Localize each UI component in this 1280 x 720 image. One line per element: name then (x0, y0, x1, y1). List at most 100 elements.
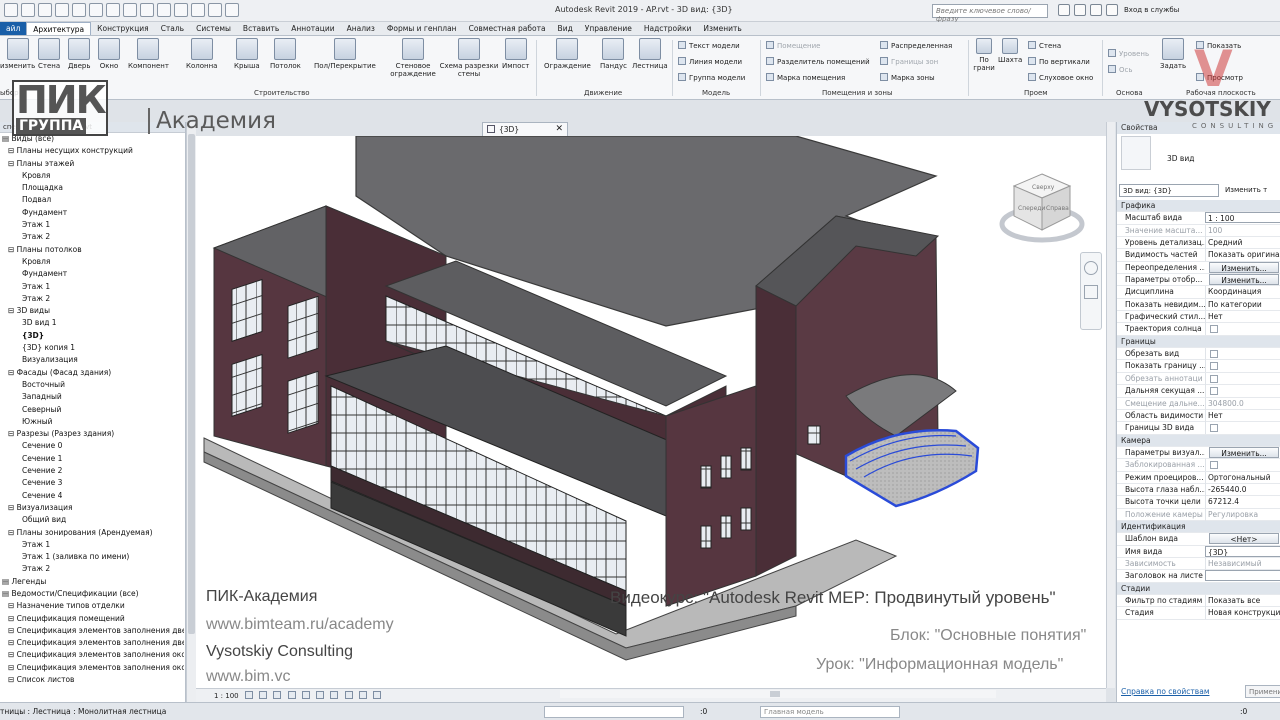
render-icon[interactable] (301, 691, 310, 699)
tree-node[interactable]: Сечение 1 (0, 454, 184, 466)
tree-node[interactable]: ⊟ Планы потолков (0, 245, 184, 257)
checkbox[interactable] (1210, 374, 1218, 383)
tree-node[interactable]: Сечение 2 (0, 466, 184, 478)
mullion-button[interactable]: Импост (502, 38, 529, 70)
property-value[interactable]: 1 : 100 (1205, 212, 1280, 224)
property-checkbox[interactable] (1205, 459, 1280, 472)
tree-node[interactable]: Фундамент (0, 269, 184, 281)
property-value[interactable]: Нет (1205, 409, 1280, 422)
tree-node[interactable]: ⊟ Спецификация помещений (0, 614, 184, 626)
tree-node[interactable]: ⊟ Визуализация (0, 503, 184, 515)
3d-viewport[interactable]: ПИК-Академия www.bimteam.ru/academy Vyso… (196, 136, 1106, 688)
stair-button[interactable]: Лестница (632, 38, 668, 70)
property-value[interactable] (1205, 570, 1280, 582)
property-value[interactable]: {3D} (1205, 545, 1280, 557)
star-icon[interactable] (1090, 4, 1102, 16)
tree-node[interactable]: Сечение 4 (0, 491, 184, 503)
property-group[interactable]: Границы (1117, 335, 1280, 349)
browser-scrollbar[interactable] (186, 122, 196, 702)
property-edit-button[interactable]: Изменить... (1209, 274, 1279, 286)
property-checkbox[interactable] (1205, 348, 1280, 361)
design-option-field[interactable] (544, 706, 684, 718)
model-line-button[interactable]: Линия модели (678, 57, 742, 66)
model-text-button[interactable]: Текст модели (678, 41, 740, 50)
property-value[interactable]: Новая конструкция (1205, 607, 1280, 620)
room-tag-button[interactable]: Марка помещения (766, 73, 845, 82)
property-value[interactable]: Независимый (1205, 557, 1280, 570)
property-value[interactable]: Регулировка (1205, 508, 1280, 521)
area-boundary-button[interactable]: Границы зон (880, 57, 938, 66)
tree-node[interactable]: ⊟ Разрезы (Разрез здания) (0, 429, 184, 441)
dormer-button[interactable]: Слуховое окно (1028, 73, 1093, 82)
property-value[interactable]: Показать оригинал (1205, 249, 1280, 262)
visual-style-icon[interactable] (259, 691, 268, 699)
room-button[interactable]: Помещение (766, 41, 820, 50)
area-button[interactable]: Распределенная (880, 41, 952, 50)
tree-node[interactable]: Этаж 1 (0, 282, 184, 294)
binoculars-icon[interactable] (1058, 4, 1070, 16)
properties-help-link[interactable]: Справка по свойствам (1121, 687, 1209, 696)
tree-node[interactable]: ⊟ Спецификация элементов заполнения окон (0, 650, 184, 662)
tab-steel[interactable]: Сталь (155, 22, 190, 35)
tree-node[interactable]: ⊟ Планы этажей (0, 159, 184, 171)
tree-node[interactable]: ⊟ Назначение типов отделки (0, 601, 184, 613)
reveal-hidden-icon[interactable] (372, 691, 381, 699)
close-icon[interactable]: ✕ (555, 124, 563, 134)
property-value[interactable]: Нет (1205, 311, 1280, 324)
property-value[interactable]: -265440.0 (1205, 483, 1280, 496)
tree-node[interactable]: {3D} копия 1 (0, 343, 184, 355)
tree-node[interactable]: ⊟ Спецификация элементов заполнения окон (0, 663, 184, 675)
tree-node[interactable]: ⊟ Спецификация элементов заполнения двер… (0, 626, 184, 638)
tab-view[interactable]: Вид (552, 22, 579, 35)
text-icon[interactable] (157, 3, 171, 17)
undo-icon[interactable] (55, 3, 69, 17)
tree-node[interactable]: Этаж 2 (0, 232, 184, 244)
property-value[interactable]: По категории (1205, 298, 1280, 311)
property-group[interactable]: Стадии (1117, 582, 1280, 595)
curtain-system-button[interactable]: Стеновое ограждение (390, 38, 436, 78)
tree-node[interactable]: Кровля (0, 171, 184, 183)
viewport-scrollbar[interactable] (1106, 122, 1115, 688)
property-checkbox[interactable] (1205, 360, 1280, 373)
property-checkbox[interactable] (1205, 323, 1280, 336)
tree-node[interactable]: 3D вид 1 (0, 318, 184, 330)
selection-filter[interactable]: :0 (1240, 707, 1247, 716)
zoom-icon[interactable] (1084, 285, 1098, 299)
hide-isolate-icon[interactable] (358, 691, 367, 699)
tree-node[interactable]: Этаж 1 (заливка по имени) (0, 552, 184, 564)
apply-button[interactable]: Примени (1245, 685, 1280, 698)
lock-view-icon[interactable] (344, 691, 353, 699)
navigation-bar[interactable] (1080, 252, 1102, 330)
tab-insert[interactable]: Вставить (237, 22, 285, 35)
tree-node[interactable]: Восточный (0, 380, 184, 392)
shadows-icon[interactable] (287, 691, 296, 699)
edit-type-button[interactable]: Изменить т (1225, 186, 1267, 194)
by-face-button[interactable]: По грани (972, 38, 996, 72)
tag-icon[interactable] (140, 3, 154, 17)
section-icon[interactable] (191, 3, 205, 17)
railing-button[interactable]: Ограждение (544, 38, 591, 70)
property-value[interactable]: 304800.0 (1205, 397, 1280, 410)
tab-structure[interactable]: Конструкция (91, 22, 155, 35)
tree-node[interactable]: Южный (0, 417, 184, 429)
tree-node[interactable]: Западный (0, 392, 184, 404)
property-checkbox[interactable] (1205, 422, 1280, 435)
sun-path-icon[interactable] (273, 691, 282, 699)
tree-node[interactable]: Сечение 0 (0, 441, 184, 453)
tab-annotate[interactable]: Аннотации (285, 22, 340, 35)
vertical-opening-button[interactable]: По вертикали (1028, 57, 1090, 66)
tree-node[interactable]: Этаж 2 (0, 564, 184, 576)
floor-button[interactable]: Пол/Перекрытие (314, 38, 376, 70)
steering-wheel-icon[interactable] (1084, 261, 1098, 275)
tab-3d-view[interactable]: {3D} ✕ (482, 122, 568, 136)
viewport-hscrollbar[interactable] (560, 690, 996, 698)
property-checkbox[interactable] (1205, 385, 1280, 398)
save-icon[interactable] (21, 3, 35, 17)
tab-addins[interactable]: Надстройки (638, 22, 698, 35)
tree-node[interactable]: Площадка (0, 183, 184, 195)
wall-opening-button[interactable]: Стена (1028, 41, 1061, 50)
detail-level-icon[interactable] (244, 691, 253, 699)
scroll-thumb[interactable] (188, 134, 195, 634)
checkbox[interactable] (1210, 362, 1218, 371)
tree-node[interactable]: {3D} (0, 331, 184, 343)
